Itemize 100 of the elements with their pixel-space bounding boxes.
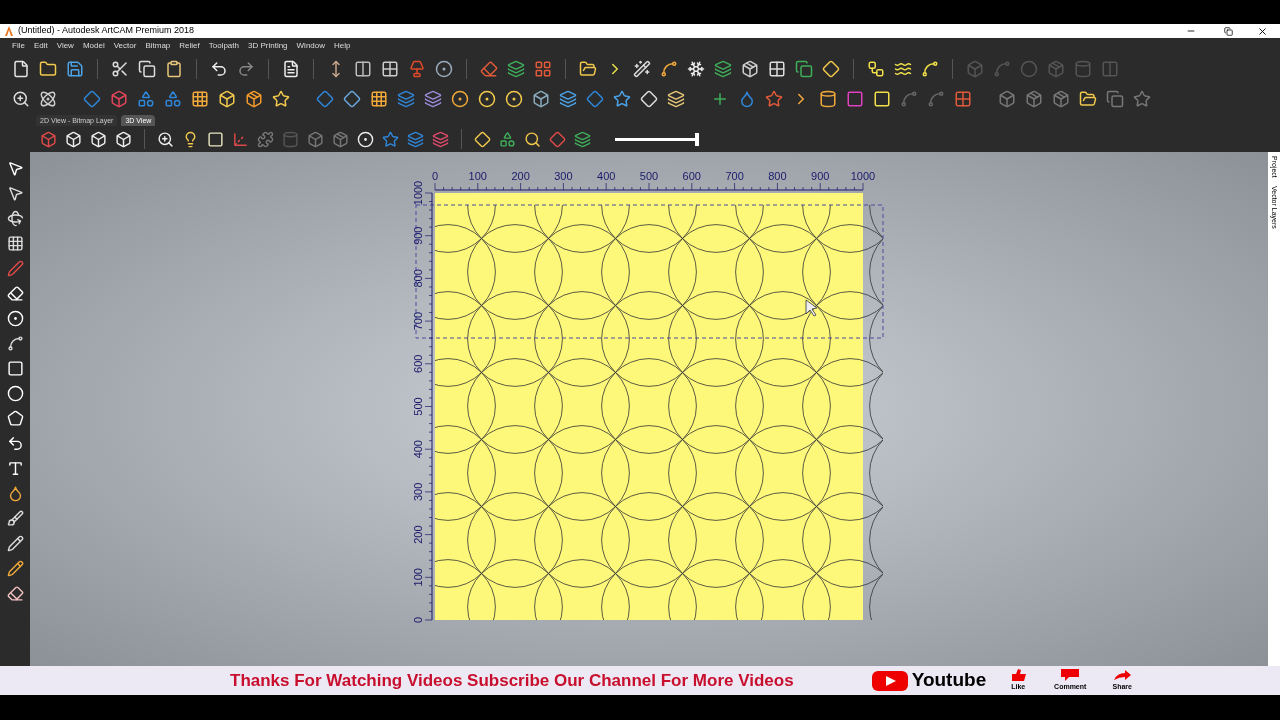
menu-item[interactable]: View	[56, 40, 74, 52]
close-icon[interactable]	[1257, 25, 1268, 37]
folder-icon[interactable]	[1079, 90, 1097, 108]
pointer-icon[interactable]	[6, 160, 24, 177]
speech-bubble-icon[interactable]	[1059, 668, 1082, 683]
plate-icon[interactable]	[207, 130, 224, 148]
menu-item[interactable]: Edit	[33, 40, 48, 52]
undo-icon[interactable]	[210, 60, 228, 78]
notepad-icon[interactable]	[282, 60, 300, 78]
restore-icon[interactable]	[1224, 26, 1233, 36]
shapes-icon[interactable]	[164, 90, 182, 108]
menu-item[interactable]: 3D Printing	[248, 40, 288, 52]
axis-icon[interactable]	[232, 130, 249, 148]
menu-item[interactable]: Toolpath	[208, 40, 239, 52]
scissors-icon[interactable]	[111, 60, 129, 78]
zoom-icon[interactable]	[157, 130, 174, 148]
circle-icon[interactable]	[505, 90, 523, 108]
rotate-icon[interactable]	[6, 210, 24, 227]
waves-icon[interactable]	[894, 60, 912, 78]
shapes-icon[interactable]	[499, 130, 516, 148]
pointer-icon[interactable]	[6, 185, 24, 202]
layers-icon[interactable]	[559, 90, 577, 108]
pen-icon[interactable]	[6, 260, 24, 277]
search-icon[interactable]	[524, 130, 541, 148]
plus-icon[interactable]	[711, 90, 729, 108]
folder-icon[interactable]	[579, 60, 597, 78]
brand-name: Youtube	[911, 668, 987, 693]
node-icon[interactable]	[6, 310, 24, 327]
lamp-icon[interactable]	[408, 60, 426, 78]
copy-icon[interactable]	[138, 60, 156, 78]
package-icon[interactable]	[245, 90, 263, 108]
layers-icon[interactable]	[397, 90, 415, 108]
eraser-icon[interactable]	[6, 585, 24, 602]
block-icon[interactable]	[110, 90, 128, 108]
puzzle-icon[interactable]	[257, 130, 274, 148]
columns-icon[interactable]	[354, 60, 372, 78]
waffle-icon[interactable]	[191, 90, 209, 108]
menu-item[interactable]: Relief	[179, 40, 200, 52]
atom-icon[interactable]	[39, 90, 57, 108]
grid-icon[interactable]	[381, 60, 399, 78]
clipboard-icon[interactable]	[165, 60, 183, 78]
brush-icon[interactable]	[6, 510, 24, 527]
arc-icon[interactable]	[6, 435, 24, 452]
ruler-label: 300	[412, 482, 424, 502]
diamond-icon[interactable]	[343, 90, 361, 108]
menu-item[interactable]: Help	[334, 40, 351, 52]
zoom-icon[interactable]	[12, 90, 30, 108]
menu-item[interactable]: Bitmap	[145, 40, 171, 52]
polyline-icon[interactable]	[921, 60, 939, 78]
star-icon[interactable]	[382, 130, 399, 148]
layers-icon[interactable]	[424, 90, 442, 108]
menu-item[interactable]: Window	[296, 40, 325, 52]
menu-item[interactable]: Vector	[113, 40, 137, 52]
save-icon[interactable]	[66, 60, 84, 78]
layers-icon[interactable]	[574, 130, 591, 148]
window-title: (Untitled) - Autodesk ArtCAM Premium 2018	[18, 24, 196, 38]
grid-icon[interactable]	[370, 90, 388, 108]
layers-icon[interactable]	[432, 130, 449, 148]
banner-message: Thanks For Watching Videos Subscribe Our Channel For More Videos	[230, 669, 794, 692]
polygon-icon[interactable]	[6, 410, 24, 427]
layers-icon[interactable]	[507, 60, 525, 78]
pyramid-icon[interactable]	[549, 130, 566, 148]
star-icon[interactable]	[613, 90, 631, 108]
menu-item[interactable]: Model	[82, 40, 105, 52]
droplet-icon[interactable]	[738, 90, 756, 108]
rectangle-icon[interactable]	[6, 360, 24, 377]
circle-icon[interactable]	[435, 60, 453, 78]
wand-icon[interactable]	[633, 60, 651, 78]
layers-icon[interactable]	[667, 90, 685, 108]
box-icon[interactable]	[532, 90, 550, 108]
curve-icon[interactable]	[660, 60, 678, 78]
ruler-label: 1000	[412, 180, 424, 206]
file-icon[interactable]	[12, 60, 30, 78]
nodes-icon[interactable]	[867, 60, 885, 78]
star-icon[interactable]	[272, 90, 290, 108]
ruler-label: 0	[412, 616, 424, 624]
ruler-label: 500	[412, 397, 424, 416]
tiles-icon[interactable]	[534, 60, 552, 78]
pencil-icon[interactable]	[6, 560, 24, 577]
text-icon[interactable]	[6, 460, 24, 477]
polyline-icon[interactable]	[6, 335, 24, 352]
star-burst-icon[interactable]	[687, 60, 705, 78]
dots-icon[interactable]	[451, 90, 469, 108]
menu-item[interactable]: File	[12, 40, 25, 52]
redo-icon[interactable]	[237, 60, 255, 78]
folder-icon[interactable]	[39, 60, 57, 78]
diamond-icon[interactable]	[474, 130, 491, 148]
copy-icon[interactable]	[795, 60, 813, 78]
layers-icon[interactable]	[407, 130, 424, 148]
star-icon[interactable]	[1133, 90, 1151, 108]
layers-icon[interactable]	[714, 60, 732, 78]
pencil-icon[interactable]	[6, 535, 24, 552]
ruler-label: 400	[412, 440, 424, 459]
slider-handle[interactable]	[695, 132, 699, 146]
shapes-icon[interactable]	[137, 90, 155, 108]
star-icon[interactable]	[765, 90, 783, 108]
circle-icon[interactable]	[478, 90, 496, 108]
diamond-icon[interactable]	[822, 60, 840, 78]
zoom-slider[interactable]	[615, 132, 699, 146]
ruler-label: 700	[725, 170, 744, 182]
